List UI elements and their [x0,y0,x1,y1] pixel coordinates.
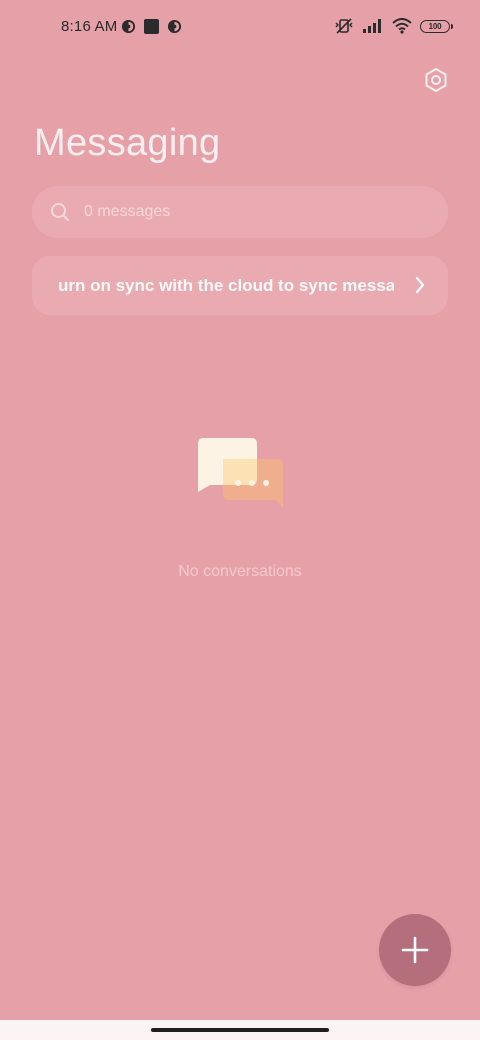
app-notification-icon [121,19,136,34]
home-indicator[interactable] [151,1028,329,1032]
notification-icons [121,19,182,34]
signal-icon [363,19,381,33]
sync-banner[interactable]: urn on sync with the cloud to sync messa… [32,256,448,315]
page-title: Messaging [34,122,221,164]
wifi-icon [392,18,412,34]
status-bar: 8:16 AM 100 [0,0,480,56]
new-conversation-button[interactable] [379,914,451,986]
vibrate-off-icon [335,18,353,34]
status-time: 8:16 AM [61,18,118,35]
battery-icon: 100 [420,19,453,33]
app-notification-icon [167,19,182,34]
search-bar[interactable] [32,186,448,238]
plus-icon [401,936,429,964]
sync-banner-text: urn on sync with the cloud to sync messa… [58,275,394,295]
system-icons: 100 [334,17,453,35]
search-icon [51,203,69,221]
square-notification-icon [144,19,159,34]
battery-level: 100 [428,21,442,31]
settings-button[interactable] [420,64,452,96]
chat-bubbles-icon [197,438,283,508]
settings-hexagon-icon [425,68,447,92]
chevron-right-icon [415,276,425,294]
empty-state-text: No conversations [178,563,302,580]
navigation-bar [0,1020,480,1040]
search-input[interactable] [82,202,406,222]
